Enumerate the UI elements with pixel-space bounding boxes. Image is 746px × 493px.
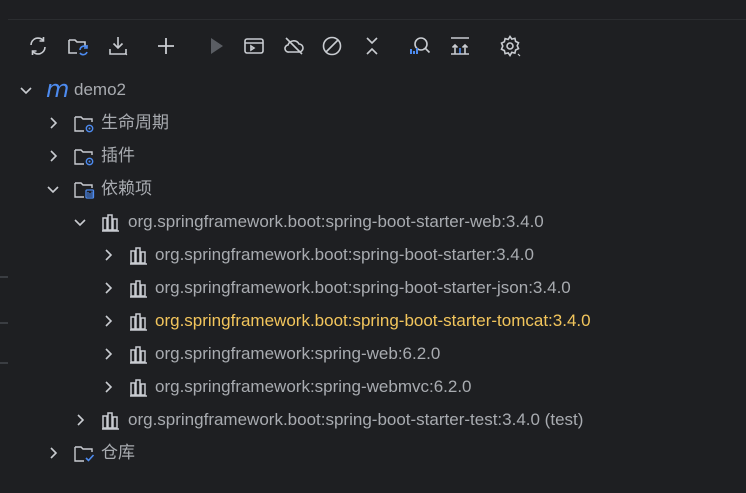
plugins-folder-icon (73, 146, 95, 168)
chevron-right-icon[interactable] (72, 412, 88, 428)
maven-project-icon: m (46, 75, 70, 103)
tree-node-dependencies[interactable]: 依赖项 (0, 173, 746, 206)
dependencies-folder-icon (73, 179, 95, 201)
maven-toolbar (24, 30, 734, 62)
tree-node-plugins[interactable]: 插件 (0, 140, 746, 173)
settings-button[interactable] (496, 32, 524, 60)
show-diagram-icon (451, 37, 469, 55)
tree-node-dependency[interactable]: org.springframework.boot:spring-boot-sta… (0, 404, 746, 437)
execute-goal-icon (244, 38, 264, 54)
library-icon (100, 212, 122, 234)
repositories-label: 仓库 (101, 443, 135, 462)
run-icon (211, 38, 223, 54)
tree-node-project[interactable]: m demo2 (0, 74, 746, 107)
project-name-label: demo2 (74, 80, 126, 99)
chevron-right-icon[interactable] (100, 313, 116, 329)
chevron-right-icon[interactable] (100, 247, 116, 263)
collapse-icon (366, 37, 378, 55)
dependency-label: org.springframework.boot:spring-boot-sta… (128, 410, 584, 429)
library-icon (128, 377, 150, 399)
offline-mode-icon (284, 37, 304, 55)
chevron-right-icon[interactable] (100, 379, 116, 395)
library-icon (128, 311, 150, 333)
lifecycle-folder-icon (73, 113, 95, 135)
download-sources-button[interactable] (104, 32, 132, 60)
settings-icon (500, 35, 521, 58)
chevron-down-icon[interactable] (72, 214, 88, 230)
download-icon (109, 37, 128, 56)
reload-button[interactable] (24, 32, 52, 60)
tree-node-dependency[interactable]: org.springframework.boot:spring-boot-sta… (0, 239, 746, 272)
chevron-down-icon[interactable] (45, 181, 61, 197)
dependency-label: org.springframework:spring-web:6.2.0 (155, 344, 441, 363)
tree-node-dependency[interactable]: org.springframework.boot:spring-boot-sta… (0, 305, 746, 338)
dependency-label: org.springframework.boot:spring-boot-sta… (128, 212, 544, 231)
library-icon (128, 344, 150, 366)
library-icon (128, 245, 150, 267)
analyze-dependencies-button[interactable] (406, 32, 434, 60)
dependency-label-conflict: org.springframework.boot:spring-boot-sta… (155, 311, 591, 330)
chevron-right-icon[interactable] (100, 346, 116, 362)
tree-node-dependency[interactable]: org.springframework.boot:spring-boot-sta… (0, 206, 746, 239)
tree-node-dependency[interactable]: org.springframework:spring-webmvc:6.2.0 (0, 371, 746, 404)
add-project-button[interactable] (152, 32, 180, 60)
dependency-label: org.springframework:spring-webmvc:6.2.0 (155, 377, 472, 396)
skip-tests-icon (322, 36, 342, 56)
add-icon (158, 38, 174, 54)
run-button[interactable] (202, 32, 230, 60)
chevron-right-icon[interactable] (100, 280, 116, 296)
library-icon (100, 410, 122, 432)
collapse-all-button[interactable] (358, 32, 386, 60)
library-icon (128, 278, 150, 300)
execute-goal-button[interactable] (240, 32, 268, 60)
tree-node-repositories[interactable]: 仓库 (0, 437, 746, 470)
lifecycle-label: 生命周期 (101, 113, 169, 132)
show-diagram-button[interactable] (446, 32, 474, 60)
dependencies-label: 依赖项 (101, 179, 152, 198)
chevron-right-icon[interactable] (45, 148, 61, 164)
tree-node-lifecycle[interactable]: 生命周期 (0, 107, 746, 140)
chevron-right-icon[interactable] (45, 445, 61, 461)
dependency-label: org.springframework.boot:spring-boot-sta… (155, 245, 534, 264)
dependency-label: org.springframework.boot:spring-boot-sta… (155, 278, 571, 297)
reload-icon (30, 37, 46, 55)
chevron-right-icon[interactable] (45, 115, 61, 131)
offline-mode-button[interactable] (280, 32, 308, 60)
tree-node-dependency[interactable]: org.springframework.boot:spring-boot-sta… (0, 272, 746, 305)
tree-node-dependency[interactable]: org.springframework:spring-web:6.2.0 (0, 338, 746, 371)
skip-tests-button[interactable] (318, 32, 346, 60)
repositories-folder-icon (73, 443, 95, 465)
window-top-strip (0, 0, 746, 20)
reload-project-button[interactable] (64, 32, 92, 60)
reload-folder-icon (68, 39, 88, 56)
chevron-down-icon[interactable] (18, 82, 34, 98)
analyze-dependencies-icon (410, 37, 431, 54)
plugins-label: 插件 (101, 146, 135, 165)
